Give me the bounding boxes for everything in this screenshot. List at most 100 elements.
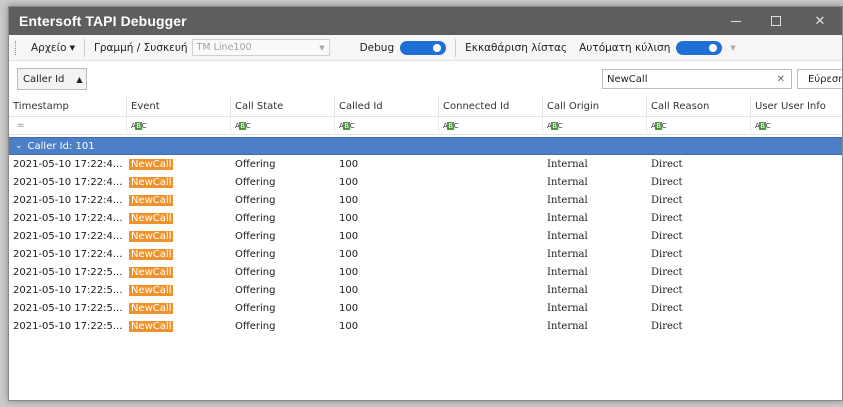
cell-connected <box>439 191 543 209</box>
cell-connected <box>439 317 543 335</box>
cell-text: Offering <box>235 320 276 332</box>
column-header[interactable]: Called Id <box>335 97 439 117</box>
cell-origin: Internal <box>543 245 647 263</box>
toolbar-overflow-icon[interactable]: ▼ <box>730 44 735 52</box>
table-row[interactable]: 2021-05-10 17:22:4... NewCall Offering 100 I… <box>9 209 842 227</box>
auto-scroll-label: Αυτόματη κύλιση <box>579 41 671 54</box>
column-header[interactable]: Connected Id <box>439 97 543 117</box>
cell-reason: Direct <box>647 245 751 263</box>
auto-scroll-toggle[interactable] <box>676 40 723 55</box>
filter-cell[interactable]: ABC <box>335 117 439 135</box>
cell-reason: Direct <box>647 191 751 209</box>
cell-text: Offering <box>235 302 276 314</box>
cell-text: Offering <box>235 230 276 242</box>
cell-timestamp: 2021-05-10 17:22:4... <box>9 191 127 209</box>
table-row[interactable]: 2021-05-10 17:22:4... NewCall Offering 100 I… <box>9 191 842 209</box>
column-header[interactable]: Event <box>127 97 231 117</box>
cell-origin: Internal <box>543 299 647 317</box>
window-title: Entersoft TAPI Debugger <box>19 13 187 29</box>
table-row[interactable]: 2021-05-10 17:22:4... NewCall Offering 100 I… <box>9 245 842 263</box>
cell-text: Direct <box>651 284 683 296</box>
cell-connected <box>439 227 543 245</box>
table-row[interactable]: 2021-05-10 17:22:4... NewCall Offering 100 I… <box>9 227 842 245</box>
file-menu[interactable]: Αρχείο ▼ <box>25 35 81 61</box>
cell-text: 100 <box>339 302 359 314</box>
cell-text: Internal <box>547 176 588 188</box>
cell-text: 100 <box>339 248 359 260</box>
cell-origin: Internal <box>543 155 647 173</box>
filter-cell[interactable]: ABC <box>647 117 751 135</box>
cell-connected <box>439 155 543 173</box>
table-row[interactable]: 2021-05-10 17:22:5... NewCall Offering 100 I… <box>9 317 842 335</box>
event-highlight: NewCall <box>129 158 174 170</box>
cell-text: Direct <box>651 212 683 224</box>
line-device-value: TM Line100 <box>196 42 252 53</box>
filter-cell[interactable]: = <box>9 117 127 135</box>
text-filter-icon: ABC <box>651 121 667 130</box>
table-row[interactable]: 2021-05-10 17:22:5... NewCall Offering 100 I… <box>9 299 842 317</box>
toolbar-grip[interactable] <box>15 40 19 55</box>
cell-connected <box>439 299 543 317</box>
filter-cell[interactable]: ABC <box>127 117 231 135</box>
maximize-button[interactable] <box>756 7 796 35</box>
column-header[interactable]: Call Reason <box>647 97 751 117</box>
group-by-chip[interactable]: Caller Id ▲ <box>17 68 87 90</box>
filter-cell[interactable]: ABC <box>439 117 543 135</box>
filter-cell[interactable]: ABC <box>543 117 647 135</box>
event-highlight: NewCall <box>129 284 174 296</box>
search-input[interactable]: NewCall ✕ <box>602 69 792 89</box>
line-device-select[interactable]: TM Line100 ▼ <box>191 39 330 56</box>
cell-origin: Internal <box>543 317 647 335</box>
cell-text: 2021-05-10 17:22:4... <box>13 248 123 260</box>
grid-header: Timestamp Event Call State Called Id Con… <box>9 97 842 117</box>
cell-text: 100 <box>339 158 359 170</box>
filter-cell[interactable]: ABC <box>751 117 842 135</box>
cell-text: 100 <box>339 230 359 242</box>
cell-event: NewCall <box>127 173 231 191</box>
table-row[interactable]: 2021-05-10 17:22:5... NewCall Offering 100 I… <box>9 263 842 281</box>
event-highlight: NewCall <box>129 176 174 188</box>
cell-text: Direct <box>651 176 683 188</box>
cell-state: Offering <box>231 209 335 227</box>
cell-uui <box>751 245 842 263</box>
cell-text: Direct <box>651 266 683 278</box>
cell-text: 100 <box>339 176 359 188</box>
column-header[interactable]: User User Info <box>751 97 842 117</box>
cell-origin: Internal <box>543 209 647 227</box>
title-bar[interactable]: Entersoft TAPI Debugger ✕ <box>9 7 842 35</box>
table-row[interactable]: 2021-05-10 17:22:4... NewCall Offering 100 I… <box>9 173 842 191</box>
clear-list-button[interactable]: Εκκαθάριση λίστας <box>459 35 573 61</box>
cell-text: Internal <box>547 158 588 170</box>
cell-origin: Internal <box>543 191 647 209</box>
cell-timestamp: 2021-05-10 17:22:4... <box>9 209 127 227</box>
column-header[interactable]: Call State <box>231 97 335 117</box>
cell-text: Internal <box>547 194 588 206</box>
find-button[interactable]: Εύρεση <box>797 69 842 89</box>
filter-cell[interactable]: ABC <box>231 117 335 135</box>
table-row[interactable]: 2021-05-10 17:22:5... NewCall Offering 100 I… <box>9 281 842 299</box>
cell-text: 100 <box>339 266 359 278</box>
debug-group: Debug <box>354 35 453 61</box>
cell-origin: Internal <box>543 173 647 191</box>
column-header[interactable]: Call Origin <box>543 97 647 117</box>
cell-text: Direct <box>651 194 683 206</box>
cell-text: Direct <box>651 302 683 314</box>
column-header[interactable]: Timestamp <box>9 97 127 117</box>
event-highlight: NewCall <box>129 212 174 224</box>
cell-uui <box>751 317 842 335</box>
cell-reason: Direct <box>647 173 751 191</box>
clear-search-icon[interactable]: ✕ <box>777 74 785 85</box>
group-row-label: Caller Id: 101 <box>27 140 95 152</box>
group-row[interactable]: ⌄ Caller Id: 101 <box>9 137 842 155</box>
minimize-button[interactable] <box>716 7 756 35</box>
cell-text: Internal <box>547 248 588 260</box>
cell-reason: Direct <box>647 209 751 227</box>
debug-toggle[interactable] <box>400 40 447 55</box>
close-button[interactable]: ✕ <box>800 7 840 35</box>
cell-called: 100 <box>335 299 439 317</box>
cell-text: 2021-05-10 17:22:4... <box>13 194 123 206</box>
table-row[interactable]: 2021-05-10 17:22:4... NewCall Offering 100 I… <box>9 155 842 173</box>
text-filter-icon: ABC <box>547 121 563 130</box>
cell-reason: Direct <box>647 299 751 317</box>
cell-text: 100 <box>339 194 359 206</box>
